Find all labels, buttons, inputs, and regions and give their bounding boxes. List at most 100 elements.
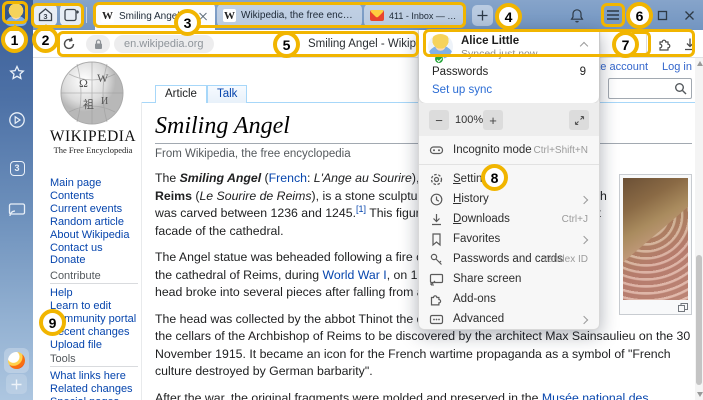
zoom-out-button[interactable]: −: [429, 110, 449, 130]
shortcut-label: Ctrl+J: [562, 214, 588, 225]
user-name: Alice Little: [461, 35, 519, 47]
nav-related-changes[interactable]: Related changes: [50, 383, 133, 396]
maximize-button[interactable]: [651, 4, 673, 26]
article-thumbnail[interactable]: [619, 174, 692, 315]
nav-contact-us[interactable]: Contact us: [50, 242, 130, 255]
menu-item-incognito[interactable]: Incognito mode Ctrl+Shift+N: [419, 141, 599, 161]
incognito-mask-icon: [429, 143, 444, 158]
yandex-browser-logo: [8, 352, 25, 369]
wikipedia-globe-logo[interactable]: Ω W 袓 И: [59, 60, 125, 126]
close-button[interactable]: [678, 4, 700, 26]
new-tab-button[interactable]: [472, 5, 493, 26]
sidebar-add-button[interactable]: [6, 374, 27, 394]
yandex-id-label: Yandex ID: [542, 254, 588, 265]
wikipedia-tagline: The Free Encyclopedia: [33, 145, 153, 155]
nav-what-links-here[interactable]: What links here: [50, 370, 133, 383]
log-in-link[interactable]: Log in: [662, 61, 692, 73]
favorites-star-icon[interactable]: [7, 63, 27, 83]
scroll-up-icon[interactable]: [697, 61, 703, 66]
user-avatar: [428, 34, 453, 59]
nav-contents[interactable]: Contents: [50, 190, 130, 203]
tab-article[interactable]: Article: [155, 85, 207, 103]
nav-help[interactable]: Help: [50, 287, 136, 300]
sidebar-nav-main: Main page Contents Current events Random…: [50, 177, 130, 267]
zoom-controls: − 100% +: [419, 103, 599, 136]
lock-icon[interactable]: [86, 35, 110, 53]
menu-item-advanced[interactable]: Advanced: [419, 310, 599, 330]
download-icon: [429, 212, 444, 227]
zoom-in-button[interactable]: +: [483, 110, 503, 130]
menu-item-add-ons[interactable]: Add-ons: [419, 290, 599, 310]
chevron-right-icon: [580, 196, 588, 204]
image-expand-icon[interactable]: [678, 303, 688, 312]
menu-divider: [419, 164, 599, 165]
share-screen-icon: [429, 272, 444, 287]
article-subtitle: From Wikipedia, the free encyclopedia: [155, 148, 351, 160]
annotation-2: 2: [32, 26, 59, 53]
menu-item-history[interactable]: History: [419, 190, 599, 210]
menu-item-favorites[interactable]: Favorites: [419, 230, 599, 250]
browser-window: 3 3 W Smiling Angel - Wikipedia W Wikipe…: [0, 0, 703, 400]
notifications-bell-icon[interactable]: [566, 4, 588, 26]
scroll-down-icon[interactable]: [697, 392, 703, 397]
paragraph: After the war, the original fragments we…: [155, 390, 692, 400]
nav-random-article[interactable]: Random article: [50, 216, 130, 229]
fullscreen-icon[interactable]: [569, 110, 589, 130]
reload-icon[interactable]: [59, 34, 79, 54]
url-text: en.wikipedia.org: [114, 38, 214, 50]
chevron-up-icon[interactable]: [580, 42, 588, 50]
wikipedia-favicon: W: [223, 9, 236, 22]
tab-wikipedia-main[interactable]: W Wikipedia, the free encyclopedia: [217, 4, 362, 27]
search-input[interactable]: [608, 78, 692, 99]
hamburger-menu-button[interactable]: [602, 4, 624, 26]
sync-card[interactable]: Alice Little Synced just now Passwords 9…: [419, 30, 599, 103]
tabbar-separator: [86, 7, 87, 23]
nav-current-events[interactable]: Current events: [50, 203, 130, 216]
nav-about-wikipedia[interactable]: About Wikipedia: [50, 229, 130, 242]
menu-item-share-screen[interactable]: Share screen: [419, 270, 599, 290]
set-up-sync-link[interactable]: Set up sync: [432, 84, 492, 96]
chevron-right-icon: [580, 316, 588, 324]
nav-divider: [50, 283, 138, 284]
annotation-7: 7: [612, 31, 639, 58]
puzzle-icon: [429, 292, 444, 307]
bookmark-icon: [429, 232, 444, 247]
menu-item-settings[interactable]: Settings: [419, 170, 599, 190]
nav-main-page[interactable]: Main page: [50, 177, 130, 190]
extensions-puzzle-icon[interactable]: [657, 36, 673, 52]
new-window-group-button[interactable]: [60, 4, 83, 26]
menu-item-passwords-cards[interactable]: Passwords and cards Yandex ID: [419, 250, 599, 270]
page-scrollbar[interactable]: [695, 58, 703, 400]
tab-counter-icon[interactable]: 3: [7, 158, 27, 178]
nav-special-pages[interactable]: Special pages: [50, 396, 133, 400]
search-icon[interactable]: [674, 82, 687, 95]
scrollbar-thumb[interactable]: [696, 255, 702, 385]
tab-yandex-mail[interactable]: 411 - Inbox — Yandex Mail: [364, 4, 466, 27]
annotation-1: 1: [1, 26, 28, 53]
smiling-angel-photo: [623, 178, 688, 300]
sync-ok-badge: [434, 54, 444, 64]
nav-upload-file[interactable]: Upload file: [50, 339, 136, 352]
gear-icon: [429, 172, 444, 187]
toolbar-separator: [646, 35, 647, 53]
clock-icon: [429, 192, 444, 207]
menu-item-downloads[interactable]: Downloads Ctrl+J: [419, 210, 599, 230]
play-panel-icon[interactable]: [7, 110, 27, 130]
screen-cast-icon[interactable]: [7, 200, 27, 220]
tab-bar: 3 W Smiling Angel - Wikipedia W Wikipedi…: [33, 0, 703, 30]
tab-talk[interactable]: Talk: [207, 85, 247, 103]
annotation-9: 9: [39, 309, 66, 336]
annotation-6: 6: [626, 2, 653, 29]
url-box[interactable]: en.wikipedia.org: [114, 35, 214, 53]
sidebar-nav-tools: What links here Related changes Special …: [50, 370, 133, 400]
annotation-8: 8: [481, 164, 508, 191]
nav-donate[interactable]: Donate: [50, 254, 130, 267]
key-icon: [429, 252, 444, 267]
yandex-browser-logo-button[interactable]: [4, 348, 29, 373]
nav-learn-to-edit[interactable]: Learn to edit: [50, 300, 136, 313]
annotation-4: 4: [495, 3, 522, 30]
chevron-right-icon: [580, 236, 588, 244]
passwords-count: 9: [580, 66, 586, 78]
downloads-icon[interactable]: [683, 37, 697, 52]
passwords-label[interactable]: Passwords: [432, 66, 488, 78]
